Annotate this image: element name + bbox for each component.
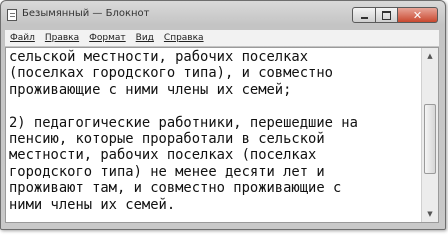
- text-line: пенсию, которые проработали в сельской: [9, 131, 325, 148]
- menu-edit[interactable]: Правка: [40, 33, 84, 43]
- text-line: проживающие с ними члены их семей;: [9, 81, 292, 98]
- scroll-down-arrow-icon[interactable]: ▼: [422, 206, 438, 222]
- window-title: Безымянный — Блокнот: [22, 8, 150, 19]
- menu-view[interactable]: Вид: [131, 33, 159, 43]
- text-line: проживают там, и совместно проживающие с: [9, 180, 342, 197]
- menu-file-label: Файл: [10, 33, 35, 43]
- menu-file[interactable]: Файл: [5, 33, 40, 43]
- menu-format-label: Формат: [89, 33, 126, 43]
- window-controls: ✕: [352, 7, 438, 25]
- menu-view-label: Вид: [135, 33, 154, 43]
- text-editor[interactable]: сельской местности, рабочих поселках (по…: [5, 47, 439, 223]
- menu-edit-label: Правка: [44, 33, 80, 43]
- minimize-icon: [360, 16, 368, 19]
- close-icon: ✕: [412, 8, 423, 22]
- maximize-icon: [382, 10, 391, 20]
- close-button[interactable]: ✕: [398, 7, 438, 23]
- notepad-window: Безымянный — Блокнот ✕ Файл Правка Форма…: [0, 0, 446, 230]
- vertical-scrollbar[interactable]: ▲ ▼: [421, 48, 438, 222]
- scroll-up-arrow-icon[interactable]: ▲: [422, 48, 438, 64]
- menu-help-label: Справка: [163, 33, 204, 43]
- title-bar[interactable]: Безымянный — Блокнот ✕: [1, 1, 445, 29]
- text-line: ними члены их семей.: [9, 196, 176, 213]
- text-line: 2) педагогические работники, перешедшие …: [9, 114, 358, 131]
- menu-format[interactable]: Формат: [84, 33, 131, 43]
- text-line: (поселках городского типа), и совместно: [9, 65, 333, 82]
- notepad-app-icon: [7, 9, 17, 21]
- minimize-button[interactable]: [352, 7, 376, 23]
- menu-help[interactable]: Справка: [159, 33, 209, 43]
- text-line: местности, рабочих поселках (поселках: [9, 147, 317, 164]
- document-text[interactable]: сельской местности, рабочих поселках (по…: [9, 49, 417, 213]
- menu-bar: Файл Правка Формат Вид Справка: [5, 30, 439, 46]
- text-line: городского типа) не менее десяти лет и: [9, 163, 325, 180]
- scrollbar-thumb[interactable]: [424, 103, 436, 174]
- text-line: сельской местности, рабочих поселках: [9, 49, 309, 65]
- maximize-button[interactable]: [376, 7, 398, 23]
